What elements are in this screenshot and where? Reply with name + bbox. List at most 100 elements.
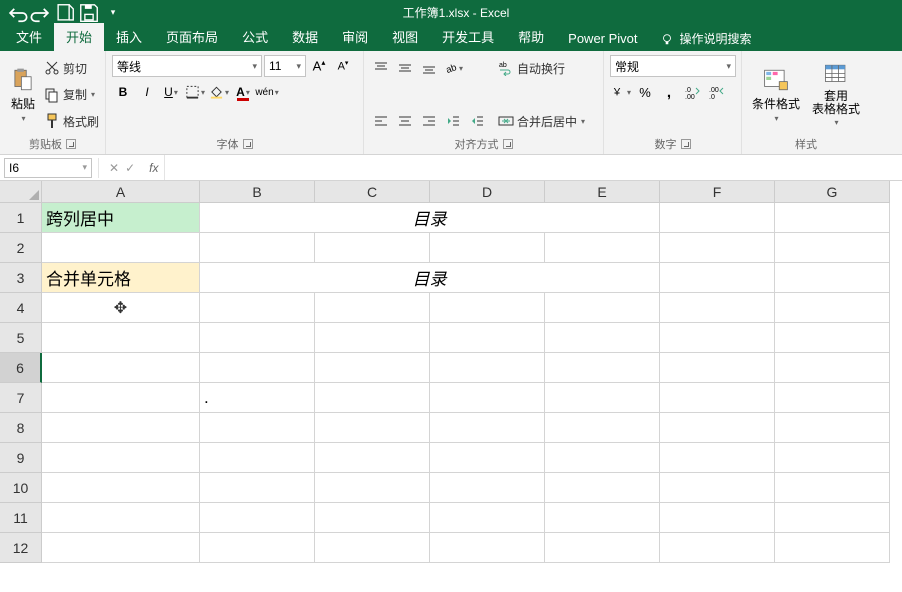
cell[interactable] [775,533,890,563]
cell[interactable] [315,233,430,263]
number-format-combo[interactable]: 常规▾ [610,55,736,77]
cell[interactable]: 跨列居中 [42,203,200,233]
tab-file[interactable]: 文件 [4,23,54,51]
cell[interactable] [660,293,775,323]
cell[interactable] [545,443,660,473]
cell[interactable] [430,383,545,413]
align-right-button[interactable] [418,110,440,132]
cell[interactable] [660,503,775,533]
conditional-format-button[interactable]: 条件格式▾ [748,55,804,134]
col-header[interactable]: A [42,181,200,203]
comma-button[interactable]: , [658,81,680,103]
align-bottom-button[interactable] [418,57,440,79]
cell[interactable] [200,353,315,383]
merge-center-button[interactable]: 合并后居中▾ [498,110,585,132]
enter-formula-button[interactable]: ✓ [125,161,135,175]
cell[interactable] [775,353,890,383]
align-center-button[interactable] [394,110,416,132]
cell[interactable] [545,383,660,413]
cell[interactable] [775,413,890,443]
bold-button[interactable]: B [112,81,134,103]
row-header[interactable]: 9 [0,443,42,473]
format-painter-button[interactable]: 格式刷 [44,110,99,132]
cell[interactable] [315,353,430,383]
underline-button[interactable]: U▾ [160,81,182,103]
cell[interactable] [545,233,660,263]
cell[interactable] [200,473,315,503]
tab-data[interactable]: 数据 [280,23,330,51]
cell[interactable] [42,323,200,353]
cell[interactable] [430,353,545,383]
cell[interactable] [315,383,430,413]
cell[interactable] [42,383,200,413]
row-header[interactable]: 10 [0,473,42,503]
align-middle-button[interactable] [394,57,416,79]
cell[interactable] [200,323,315,353]
cell[interactable] [430,503,545,533]
row-header[interactable]: 2 [0,233,42,263]
cell[interactable]: 目录 [200,263,660,293]
increase-indent-button[interactable] [466,110,488,132]
cell[interactable] [430,413,545,443]
cell[interactable] [200,533,315,563]
grow-font-button[interactable]: A▴ [308,55,330,77]
spreadsheet-grid[interactable]: A B C D E F G 1 跨列居中 目录 2 3 合并单元格 目录 4 ✥… [0,181,902,563]
tab-powerpivot[interactable]: Power Pivot [556,27,649,51]
cell[interactable] [775,293,890,323]
align-top-button[interactable] [370,57,392,79]
cell[interactable] [315,293,430,323]
cell[interactable] [660,203,775,233]
col-header[interactable]: D [430,181,545,203]
cell[interactable] [200,503,315,533]
cell[interactable] [775,443,890,473]
cell[interactable] [42,533,200,563]
percent-button[interactable]: % [634,81,656,103]
dialog-launcher-icon[interactable] [243,139,253,149]
undo-button[interactable] [6,2,28,24]
tab-help[interactable]: 帮助 [506,23,556,51]
cell[interactable] [315,503,430,533]
align-left-button[interactable] [370,110,392,132]
cut-button[interactable]: 剪切 [44,57,99,79]
shrink-font-button[interactable]: A▾ [332,55,354,77]
cell[interactable] [545,503,660,533]
cell[interactable] [660,413,775,443]
row-header[interactable]: 4 [0,293,42,323]
tab-view[interactable]: 视图 [380,23,430,51]
new-button[interactable] [54,2,76,24]
orientation-button[interactable]: ab▾ [442,57,464,79]
border-button[interactable]: ▾ [184,81,206,103]
cell[interactable] [42,503,200,533]
tab-formulas[interactable]: 公式 [230,23,280,51]
font-color-button[interactable]: A▾ [232,81,254,103]
cell[interactable] [660,353,775,383]
cell[interactable] [545,293,660,323]
col-header[interactable]: F [660,181,775,203]
cell[interactable] [660,443,775,473]
tab-layout[interactable]: 页面布局 [154,23,230,51]
dialog-launcher-icon[interactable] [681,139,691,149]
cell[interactable] [315,323,430,353]
dialog-launcher-icon[interactable] [66,139,76,149]
format-as-table-button[interactable]: 套用 表格格式▾ [808,55,864,134]
col-header[interactable]: E [545,181,660,203]
tab-review[interactable]: 审阅 [330,23,380,51]
cell[interactable]: ✥ [42,293,200,323]
font-name-combo[interactable]: 等线▾ [112,55,262,77]
cell[interactable] [775,323,890,353]
name-box[interactable]: I6▾ [4,158,92,178]
tab-insert[interactable]: 插入 [104,23,154,51]
wrap-text-button[interactable]: ab自动换行 [498,57,585,79]
copy-button[interactable]: 复制▾ [44,84,99,106]
cell[interactable] [200,293,315,323]
cell[interactable] [775,263,890,293]
cell[interactable] [200,413,315,443]
cell[interactable] [775,203,890,233]
cell[interactable] [430,443,545,473]
cell[interactable] [42,233,200,263]
dialog-launcher-icon[interactable] [503,139,513,149]
increase-decimal-button[interactable]: .0.00 [682,81,704,103]
tell-me-search[interactable]: 操作说明搜索 [650,26,762,51]
accounting-format-button[interactable]: ￥▾ [610,81,632,103]
italic-button[interactable]: I [136,81,158,103]
